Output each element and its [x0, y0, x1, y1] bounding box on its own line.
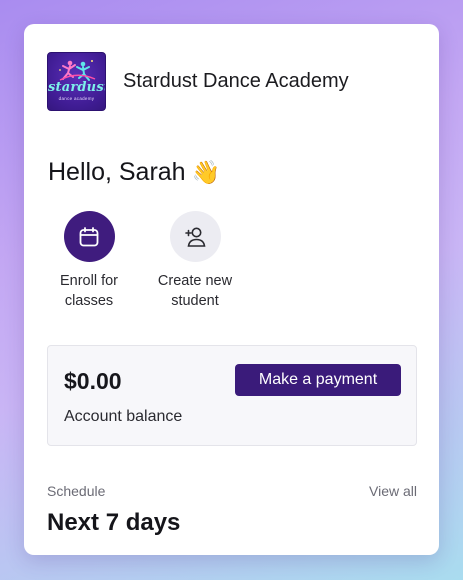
balance-label: Account balance: [64, 408, 183, 425]
academy-header: stardust dance academy Stardust Dance Ac…: [47, 52, 349, 111]
schedule-section-label: Schedule: [47, 483, 106, 499]
view-all-link[interactable]: View all: [369, 483, 417, 499]
academy-logo: stardust dance academy: [47, 52, 106, 111]
add-user-icon: [185, 227, 206, 247]
create-student-label: Create new student: [140, 271, 250, 311]
enroll-label-line2: classes: [64, 293, 114, 309]
waving-hand-icon: 👋: [191, 159, 221, 185]
account-balance-panel: $0.00 Account balance Make a payment: [47, 345, 417, 446]
create-student-label-line1: Create new: [157, 273, 233, 289]
greeting-text: Hello, Sarah: [48, 158, 186, 186]
dashboard-card: stardust dance academy Stardust Dance Ac…: [24, 24, 439, 555]
greeting: Hello, Sarah 👋: [48, 158, 220, 187]
calendar-icon: [79, 226, 99, 246]
academy-name: Stardust Dance Academy: [123, 70, 349, 92]
create-student-icon-circle[interactable]: [169, 211, 221, 262]
enroll-for-classes-action[interactable]: Enroll for classes: [34, 211, 144, 311]
make-payment-button[interactable]: Make a payment: [235, 364, 401, 396]
logo-tagline: dance academy: [58, 96, 95, 101]
enroll-icon-circle[interactable]: [63, 211, 115, 262]
logo-wordmark: stardust: [48, 80, 106, 95]
balance-amount: $0.00: [64, 368, 122, 394]
create-new-student-action[interactable]: Create new student: [140, 211, 250, 311]
enroll-label-line1: Enroll for: [59, 273, 119, 289]
schedule-heading: Next 7 days: [47, 509, 181, 536]
enroll-label: Enroll for classes: [34, 271, 144, 311]
create-student-label-line2: student: [171, 293, 219, 309]
